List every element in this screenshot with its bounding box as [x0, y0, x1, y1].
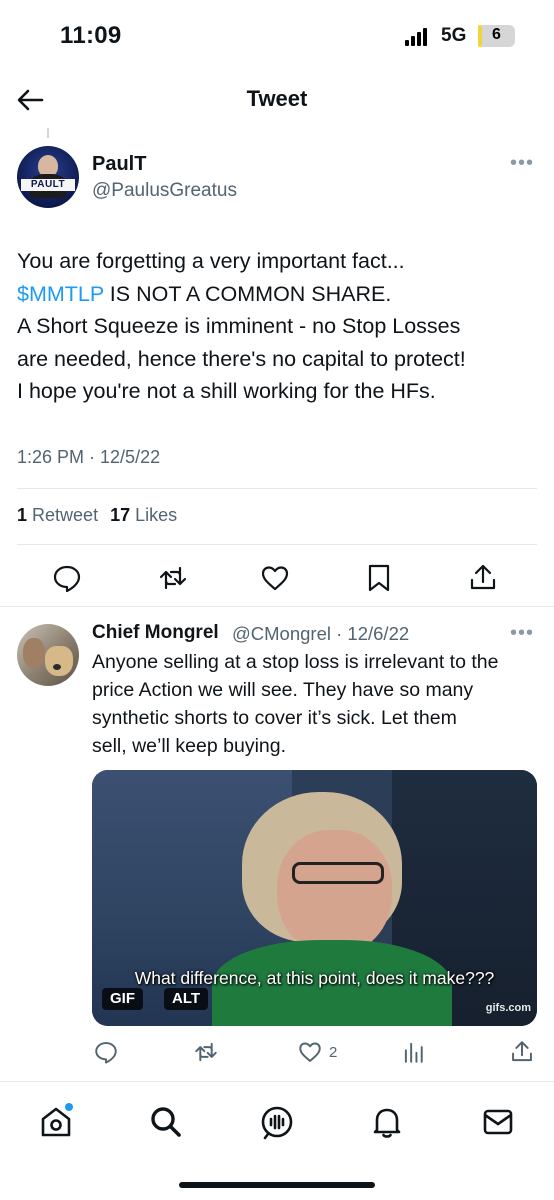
reply-button[interactable] — [93, 1038, 119, 1066]
retweet-icon — [195, 1042, 217, 1062]
reply-icon — [95, 1042, 117, 1064]
bookmark-icon — [368, 564, 390, 592]
cashtag-link[interactable]: $MMTLP — [17, 282, 104, 306]
status-bar: 11:09 5G 6 — [0, 0, 554, 72]
avatar-dog-nose — [53, 664, 61, 670]
avatar-dog — [45, 646, 73, 676]
retweet-stat[interactable]: 1 Retweet — [17, 505, 98, 525]
alt-badge[interactable]: ALT — [164, 988, 209, 1010]
thread-connector — [47, 128, 49, 138]
tweet-line: You are forgetting a very important fact… — [17, 249, 405, 273]
reply-line: price Action we will see. They have so m… — [92, 679, 474, 701]
page-title: Tweet — [246, 86, 308, 111]
tweet-line: $MMTLP IS NOT A COMMON SHARE. — [17, 278, 542, 311]
analytics-button[interactable] — [401, 1038, 427, 1066]
like-icon — [299, 1042, 321, 1062]
likes-label: Likes — [135, 505, 178, 525]
battery-icon: 6 — [478, 25, 515, 47]
retweet-icon — [159, 566, 187, 590]
gif-badge: GIF — [102, 988, 143, 1010]
spaces-icon — [261, 1106, 293, 1140]
avatar[interactable]: PAULT — [17, 146, 79, 208]
tweet-line: are needed, hence there's no capital to … — [17, 346, 466, 371]
gif-watermark: gifs.com — [485, 1002, 531, 1014]
retweet-count: 1 — [17, 505, 28, 525]
notification-dot — [65, 1103, 73, 1111]
reply-text: Anyone selling at a stop loss is irrelev… — [92, 648, 542, 760]
share-icon — [512, 1041, 532, 1062]
reply-action-bar: 2 — [0, 1036, 554, 1068]
home-indicator[interactable] — [179, 1182, 375, 1188]
likes-stat[interactable]: 17 Likes — [110, 505, 177, 525]
likes-count: 17 — [110, 505, 131, 525]
share-icon — [470, 564, 496, 590]
like-count: 2 — [329, 1043, 338, 1061]
media-figure-face — [277, 830, 392, 955]
tweet-timestamp[interactable]: 1:26 PM · 12/5/22 — [17, 447, 160, 468]
messages-icon — [483, 1109, 513, 1135]
tab-messages[interactable] — [476, 1100, 520, 1144]
tab-notifications[interactable] — [365, 1100, 409, 1144]
signal-icon — [405, 28, 431, 46]
retweet-button[interactable] — [193, 1038, 219, 1066]
reply-line: Anyone selling at a stop loss is irrelev… — [92, 651, 499, 673]
author-name[interactable]: PaulT — [92, 153, 146, 176]
media-figure-glasses — [292, 862, 384, 884]
tab-home[interactable] — [34, 1100, 78, 1144]
divider — [0, 606, 554, 607]
reply-author-name[interactable]: Chief Mongrel — [92, 622, 219, 644]
reply-avatar[interactable] — [17, 624, 79, 686]
tweet-action-bar — [0, 556, 554, 600]
bookmark-button[interactable] — [363, 562, 395, 594]
avatar-banner: PAULT — [21, 179, 75, 191]
reply-line: sell, we’ll keep buying. — [92, 735, 287, 757]
network-label: 5G — [441, 25, 467, 46]
divider — [17, 544, 537, 545]
share-button[interactable] — [509, 1038, 535, 1066]
tweet-line-text: IS NOT A COMMON SHARE. — [103, 281, 392, 306]
reply-button[interactable] — [51, 562, 83, 594]
author-handle[interactable]: @PaulusGreatus — [92, 180, 237, 202]
analytics-icon — [404, 1042, 423, 1063]
notifications-icon — [373, 1108, 401, 1138]
tweet-text: You are forgetting a very important fact… — [17, 245, 542, 408]
battery-level: 6 — [492, 26, 501, 43]
reply-author-handle[interactable]: @CMongrel · 12/6/22 — [232, 623, 409, 645]
like-button[interactable] — [259, 562, 291, 594]
gif-media[interactable]: What difference, at this point, does it … — [92, 770, 537, 1026]
like-button[interactable]: 2 — [297, 1038, 337, 1066]
like-icon — [261, 566, 289, 591]
tab-spaces[interactable] — [255, 1100, 299, 1144]
more-options-icon[interactable]: ••• — [510, 152, 534, 175]
divider — [17, 488, 537, 489]
gif-caption: What difference, at this point, does it … — [134, 968, 495, 988]
reply-icon — [53, 565, 81, 593]
tab-search[interactable] — [144, 1100, 188, 1144]
status-time: 11:09 — [60, 22, 122, 49]
retweet-label: Retweet — [32, 505, 99, 525]
tweet-line: I hope you're not a shill working for th… — [17, 379, 436, 403]
share-button[interactable] — [467, 562, 499, 594]
tweet-line: A Short Squeeze is imminent - no Stop Lo… — [17, 314, 461, 338]
tab-bar — [0, 1082, 554, 1200]
avatar-person — [23, 638, 45, 668]
search-icon — [151, 1107, 181, 1137]
nav-header: Tweet — [0, 72, 554, 128]
tweet-stats: 1 Retweet 17 Likes — [17, 505, 177, 526]
more-options-icon[interactable]: ••• — [510, 622, 534, 645]
reply-line: synthetic shorts to cover it’s sick. Let… — [92, 707, 457, 729]
retweet-button[interactable] — [157, 562, 189, 594]
